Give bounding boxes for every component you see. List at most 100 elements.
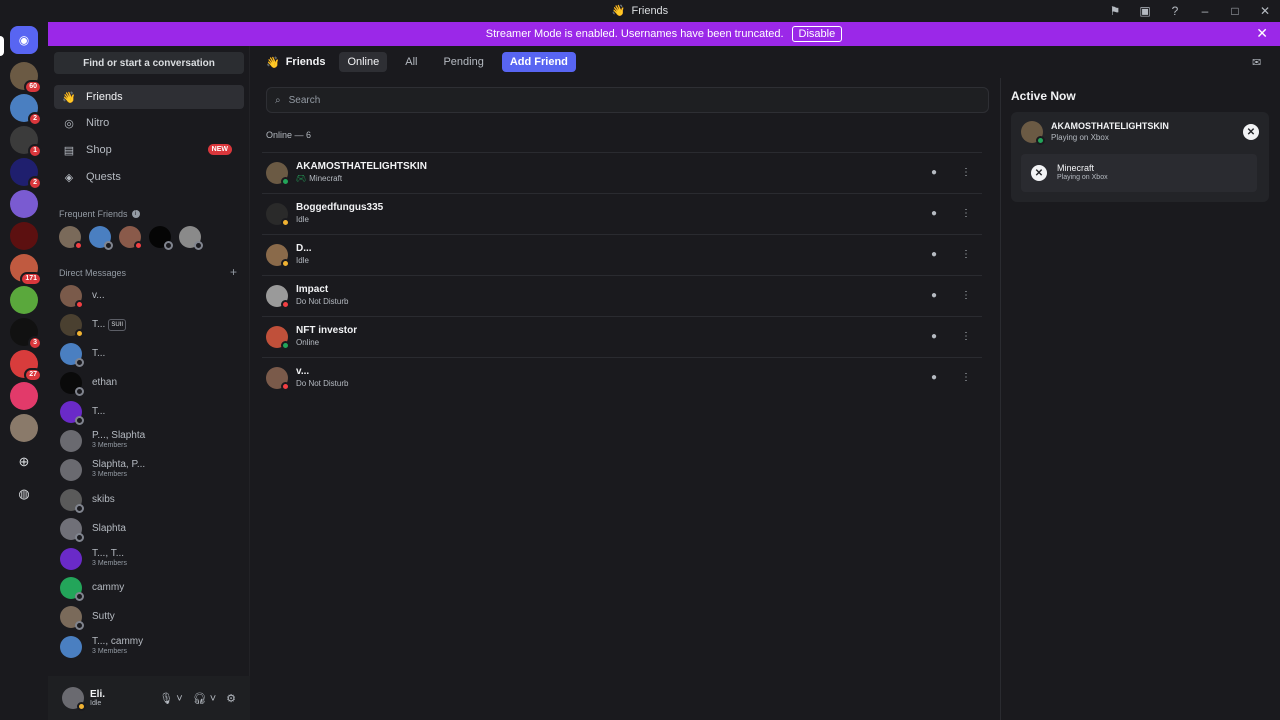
dm-name: T... [92, 348, 106, 359]
user-avatar[interactable] [62, 687, 86, 711]
dm-item[interactable]: T..., T... 3 Members [54, 545, 244, 573]
friend-row[interactable]: Boggedfungus335 Idle ● ⋮ [262, 193, 982, 233]
friend-avatar [266, 325, 290, 350]
status-dot [281, 381, 290, 391]
friends-main: 👋 Friends Online All Pending Add Friend … [250, 46, 1000, 720]
server-icon[interactable]: 2 [10, 94, 42, 126]
frequent-friend-avatar[interactable] [89, 226, 113, 250]
dm-item[interactable]: T..., cammy 3 Members [54, 633, 244, 661]
maximize-icon[interactable]: □ [1220, 0, 1250, 21]
message-bubble-icon[interactable]: ● [926, 288, 942, 304]
server-icon[interactable]: 2 [10, 158, 42, 190]
friends-topbar: 👋 Friends Online All Pending Add Friend [250, 46, 1280, 78]
more-vertical-icon[interactable]: ⋮ [958, 370, 974, 386]
home-button[interactable]: ◉ [10, 26, 38, 54]
dm-item[interactable]: Slaphta [54, 515, 244, 543]
server-icon[interactable]: 171 [10, 254, 42, 286]
frequent-friend-avatar[interactable] [59, 226, 83, 250]
status-dot [164, 241, 173, 250]
frequent-friends-row [59, 226, 203, 250]
create-dm-plus-icon[interactable]: + [230, 265, 237, 279]
nav-friends[interactable]: 👋 Friends [54, 85, 244, 109]
friend-status-label: Do Not Disturb [296, 378, 349, 388]
minimize-icon[interactable]: – [1190, 0, 1220, 21]
more-vertical-icon[interactable]: ⋮ [958, 247, 974, 263]
settings-gear-icon[interactable]: ⚙ [226, 692, 236, 705]
help-icon[interactable]: ? [1160, 0, 1190, 21]
dm-name: Slaphta, P... [92, 459, 146, 470]
message-bubble-icon[interactable]: ● [926, 165, 942, 181]
server-icon[interactable]: 60 [10, 62, 42, 94]
inbox-flag-icon[interactable]: ⚑ [1100, 0, 1130, 21]
friend-status-text: Do Not Disturb [296, 296, 348, 308]
more-vertical-icon[interactable]: ⋮ [958, 329, 974, 345]
dm-avatar [60, 518, 84, 542]
friend-row[interactable]: Impact Do Not Disturb ● ⋮ [262, 275, 982, 315]
friend-name: D... [296, 242, 312, 254]
dm-item[interactable]: cammy [54, 574, 244, 602]
message-bubble-icon[interactable]: ● [926, 206, 942, 222]
microphone-icon[interactable]: 🎙︎ ˅ [159, 692, 182, 705]
user-info[interactable]: Eli. Idle [90, 689, 105, 707]
server-icon[interactable] [10, 286, 38, 314]
message-bubble-icon[interactable]: ● [926, 329, 942, 345]
friend-row[interactable]: NFT investor Online ● ⋮ [262, 316, 982, 356]
tab-pending[interactable]: Pending [435, 52, 491, 72]
nav-quests[interactable]: ◈ Quests [54, 165, 244, 189]
add-friend-button[interactable]: Add Friend [501, 52, 576, 72]
more-vertical-icon[interactable]: ⋮ [958, 288, 974, 304]
frequent-friend-avatar[interactable] [179, 226, 203, 250]
headphones-icon[interactable]: 🎧︎ ˅ [193, 692, 216, 705]
nav-shop[interactable]: ▤ Shop NEW [54, 138, 244, 162]
friend-row[interactable]: D... Idle ● ⋮ [262, 234, 982, 274]
status-dot [75, 358, 84, 367]
dm-item[interactable]: T... SUII [54, 311, 244, 339]
dm-avatar [60, 430, 82, 452]
message-bubble-icon[interactable]: ● [926, 247, 942, 263]
more-vertical-icon[interactable]: ⋮ [958, 206, 974, 222]
dm-item[interactable]: ethan [54, 369, 244, 397]
frequent-friend-avatar[interactable] [149, 226, 173, 250]
server-icon[interactable] [10, 382, 38, 410]
dm-item[interactable]: v... [54, 282, 244, 310]
info-icon[interactable]: i [131, 210, 140, 218]
friend-status-label: Idle [296, 214, 309, 224]
dm-item[interactable]: Sutty [54, 603, 244, 631]
status-dot [281, 176, 290, 186]
find-conversation-button[interactable]: Find or start a conversation [54, 52, 244, 74]
server-icon[interactable] [10, 190, 38, 218]
close-window-icon[interactable]: ✕ [1250, 0, 1280, 21]
friend-row[interactable]: v... Do Not Disturb ● ⋮ [262, 357, 982, 397]
dm-avatar [60, 401, 84, 425]
dm-item[interactable]: skibs [54, 486, 244, 514]
dm-item[interactable]: T... [54, 340, 244, 368]
friend-row[interactable]: AKAMOSTHATELIGHTSKIN 🎮︎ Minecraft ● ⋮ [262, 152, 982, 192]
message-bubble-icon[interactable]: ● [926, 370, 942, 386]
server-icon[interactable]: 27 [10, 350, 42, 382]
activity-card[interactable]: AKAMOSTHATELIGHTSKIN Playing on Xbox ✕ ✕… [1011, 112, 1269, 202]
user-panel: Eli. Idle 🎙︎ ˅ 🎧︎ ˅ ⚙ [48, 676, 250, 720]
new-group-dm-icon[interactable]: ✉ [1252, 56, 1261, 69]
nav-nitro[interactable]: ◎ Nitro [54, 111, 244, 135]
search-input[interactable]: ⌕ Search [266, 87, 989, 113]
server-icon[interactable]: 3 [10, 318, 42, 350]
screen-share-icon[interactable]: ▣ [1130, 0, 1160, 21]
dm-item[interactable]: T... [54, 398, 244, 426]
server-icon[interactable]: 1 [10, 126, 42, 158]
search-icon: ⌕ [275, 94, 281, 106]
title-bar: 👋 Friends ⚑ ▣ ? – □ ✕ [0, 0, 1280, 21]
dm-name: Sutty [92, 611, 115, 622]
dm-avatar [60, 285, 84, 309]
tab-all[interactable]: All [397, 52, 425, 72]
frequent-friend-avatar[interactable] [119, 226, 143, 250]
tab-online[interactable]: Online [339, 52, 388, 72]
more-vertical-icon[interactable]: ⋮ [958, 165, 974, 181]
close-icon[interactable]: ✕ [1256, 25, 1268, 42]
server-icon[interactable] [10, 222, 38, 250]
dm-item[interactable]: P..., Slaphta 3 Members [54, 427, 244, 455]
add-server-icon[interactable]: ⊕ [10, 448, 38, 476]
discover-compass-icon[interactable]: ◍ [10, 480, 38, 508]
dm-item[interactable]: Slaphta, P... 3 Members [54, 456, 244, 484]
disable-streamer-button[interactable]: Disable [791, 26, 843, 42]
server-icon[interactable] [10, 414, 38, 442]
